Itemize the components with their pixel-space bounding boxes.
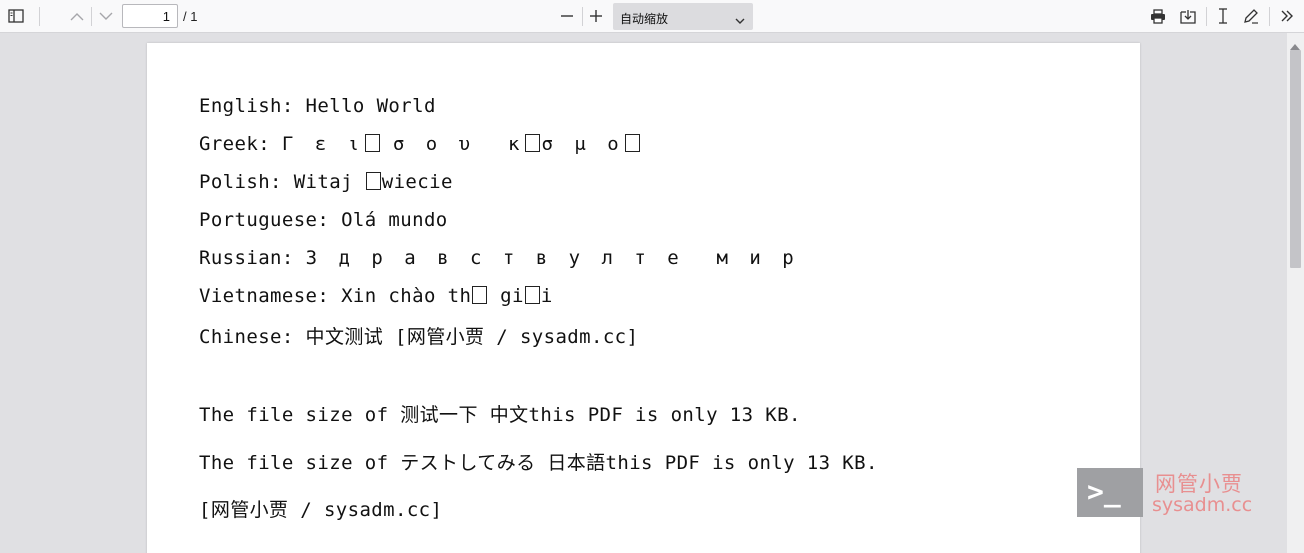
text-line-russian: Russian: З д р а в с т в у л т е м и р xyxy=(199,247,799,269)
toolbar-divider xyxy=(1269,7,1270,26)
polish-suffix: wiecie xyxy=(381,171,453,193)
pen-icon[interactable] xyxy=(1238,4,1264,28)
missing-glyph-box xyxy=(525,134,541,152)
missing-glyph-box xyxy=(472,286,488,304)
text-line-chinese: Chinese: 中文测试 [网管小贾 / sysadm.cc] xyxy=(199,326,639,348)
greek-part-3: σ μ ο xyxy=(541,133,624,155)
double-chevron-right-icon[interactable] xyxy=(1274,4,1300,28)
text-line-portuguese: Portuguese: Olá mundo xyxy=(199,209,448,231)
greek-prefix: Greek: xyxy=(199,133,282,155)
text-line-english: English: Hello World xyxy=(199,95,436,117)
zoom-value: 自动缩放 xyxy=(620,12,669,26)
vietnamese-mid: gi xyxy=(488,285,524,307)
vietnamese-prefix: Vietnamese: Xin chào th xyxy=(199,285,472,307)
pdf-page: English: Hello World Greek: Γ ε ι σ ο υ … xyxy=(147,43,1140,553)
page-number-input[interactable] xyxy=(122,4,178,28)
russian-words: З д р а в с т в у л т е м и р xyxy=(305,247,799,269)
greek-part-1: Γ ε ι xyxy=(281,133,365,155)
text-line-signature: [网管小贾 / sysadm.cc] xyxy=(199,499,443,521)
greek-part-2: σ ο υ κ xyxy=(392,133,525,155)
text-line-filesize-jp: The file size of テストしてみる 日本語this PDF is … xyxy=(199,452,878,474)
vietnamese-suffix: i xyxy=(540,285,553,307)
vertical-scrollbar[interactable] xyxy=(1287,33,1304,553)
watermark-logo: >_ xyxy=(1077,468,1143,517)
watermark-url-text: sysadm.cc xyxy=(1152,494,1253,516)
missing-glyph-box xyxy=(365,172,381,190)
page-total-label: / 1 xyxy=(183,9,198,24)
missing-glyph-box xyxy=(365,134,381,152)
toolbar-divider xyxy=(39,7,40,26)
missing-glyph-box xyxy=(624,134,640,152)
missing-glyph-box xyxy=(524,286,540,304)
printer-icon[interactable] xyxy=(1145,4,1171,28)
text-line-vietnamese: Vietnamese: Xin chào th gi i xyxy=(199,285,553,307)
russian-prefix: Russian: xyxy=(199,247,306,269)
scrollbar-thumb[interactable] xyxy=(1290,50,1301,268)
polish-prefix: Polish: Witaj xyxy=(199,171,365,193)
text-cursor-icon[interactable] xyxy=(1210,4,1236,28)
toolbar-divider xyxy=(1206,7,1207,26)
download-icon[interactable] xyxy=(1175,4,1201,28)
plus-icon[interactable] xyxy=(583,4,609,28)
chevron-down-icon xyxy=(735,12,745,30)
text-line-polish: Polish: Witaj wiecie xyxy=(199,171,453,193)
text-line-filesize-cn: The file size of 测试一下 中文this PDF is only… xyxy=(199,404,801,426)
zoom-select[interactable]: 自动缩放 xyxy=(613,3,753,30)
minus-icon[interactable] xyxy=(554,4,580,28)
chevron-down-icon[interactable] xyxy=(93,4,119,28)
chevron-up-icon[interactable] xyxy=(64,4,90,28)
text-line-greek: Greek: Γ ε ι σ ο υ κ σ μ ο xyxy=(199,133,641,155)
terminal-prompt-icon: >_ xyxy=(1087,475,1121,508)
pdf-toolbar: / 1 自动缩放 xyxy=(0,0,1304,33)
toolbar-divider xyxy=(91,7,92,26)
sidebar-toggle-icon[interactable] xyxy=(3,4,29,28)
